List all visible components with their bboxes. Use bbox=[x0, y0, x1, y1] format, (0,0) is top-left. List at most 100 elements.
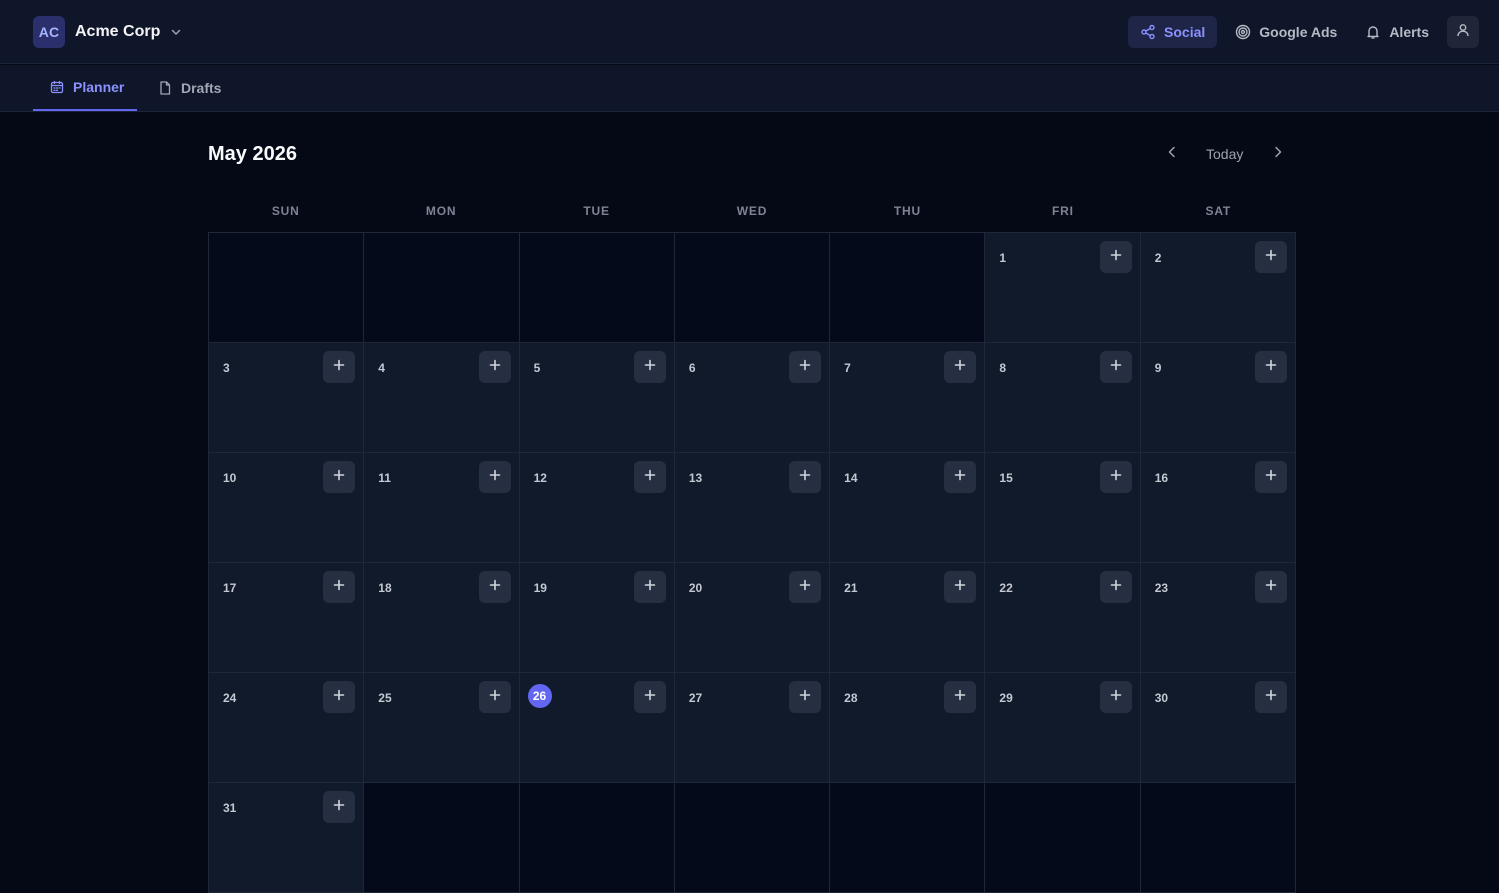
day-cell[interactable]: 12 bbox=[519, 453, 675, 563]
day-number: 29 bbox=[999, 691, 1013, 705]
tab-bar: Planner Drafts bbox=[0, 65, 1499, 112]
day-number: 18 bbox=[378, 581, 392, 595]
social-button[interactable]: Social bbox=[1128, 16, 1218, 48]
add-post-button[interactable] bbox=[1099, 571, 1132, 603]
day-cell[interactable]: 19 bbox=[519, 563, 675, 673]
day-number: 9 bbox=[1154, 361, 1162, 375]
day-cell[interactable]: 15 bbox=[985, 453, 1141, 563]
add-post-button[interactable] bbox=[633, 571, 666, 603]
day-cell[interactable]: 9 bbox=[1140, 343, 1296, 453]
day-cell[interactable]: 31 bbox=[209, 783, 365, 893]
day-cell[interactable]: 1 bbox=[985, 233, 1141, 343]
add-post-button[interactable] bbox=[1255, 571, 1287, 603]
add-post-button[interactable] bbox=[1255, 461, 1287, 493]
add-post-button[interactable] bbox=[633, 461, 666, 493]
plus-icon bbox=[954, 688, 966, 706]
add-post-button[interactable] bbox=[789, 681, 822, 713]
plus-icon bbox=[489, 578, 501, 596]
add-post-button[interactable] bbox=[1099, 351, 1132, 383]
org-switcher[interactable]: AC Acme Corp bbox=[33, 16, 182, 48]
day-cell[interactable]: 16 bbox=[1140, 453, 1296, 563]
tab-drafts[interactable]: Drafts bbox=[157, 65, 221, 111]
day-number: 30 bbox=[1154, 691, 1169, 705]
day-number: 21 bbox=[844, 581, 858, 595]
add-post-button[interactable] bbox=[789, 351, 822, 383]
add-post-button[interactable] bbox=[944, 571, 977, 603]
day-cell[interactable]: 3 bbox=[209, 343, 365, 453]
day-cell[interactable]: 2 bbox=[1140, 233, 1296, 343]
user-menu-button[interactable] bbox=[1447, 16, 1479, 48]
today-button[interactable]: Today bbox=[1200, 142, 1249, 166]
empty-day-cell bbox=[364, 783, 520, 893]
add-post-button[interactable] bbox=[478, 351, 511, 383]
alerts-button[interactable]: Alerts bbox=[1353, 16, 1441, 48]
add-post-button[interactable] bbox=[944, 351, 977, 383]
day-cell[interactable]: 6 bbox=[674, 343, 831, 453]
day-cell[interactable]: 30 bbox=[1140, 673, 1296, 783]
day-number: 4 bbox=[378, 361, 385, 375]
add-post-button[interactable] bbox=[789, 571, 822, 603]
add-post-button[interactable] bbox=[633, 681, 666, 713]
day-number: 20 bbox=[688, 581, 703, 595]
tab-planner[interactable]: Planner bbox=[33, 65, 137, 111]
add-post-button[interactable] bbox=[1099, 461, 1132, 493]
day-cell[interactable]: 4 bbox=[364, 343, 520, 453]
add-post-button[interactable] bbox=[1255, 241, 1287, 273]
chevron-right-icon bbox=[1270, 144, 1286, 165]
add-post-button[interactable] bbox=[478, 571, 511, 603]
empty-day-cell bbox=[830, 233, 986, 343]
day-cell[interactable]: 21 bbox=[830, 563, 986, 673]
add-post-button[interactable] bbox=[478, 461, 511, 493]
day-cell[interactable]: 11 bbox=[364, 453, 520, 563]
add-post-button[interactable] bbox=[323, 791, 356, 823]
plus-icon bbox=[1110, 688, 1122, 706]
day-cell[interactable]: 20 bbox=[674, 563, 831, 673]
day-cell[interactable]: 23 bbox=[1140, 563, 1296, 673]
day-cell[interactable]: 27 bbox=[674, 673, 831, 783]
add-post-button[interactable] bbox=[944, 681, 977, 713]
add-post-button[interactable] bbox=[1099, 241, 1132, 273]
day-cell[interactable]: 8 bbox=[985, 343, 1141, 453]
previous-month-button[interactable] bbox=[1162, 142, 1182, 166]
day-cell[interactable]: 7 bbox=[830, 343, 986, 453]
share-icon bbox=[1140, 24, 1156, 40]
day-cell[interactable]: 25 bbox=[364, 673, 520, 783]
add-post-button[interactable] bbox=[323, 681, 356, 713]
plus-icon bbox=[1265, 688, 1277, 706]
day-number: 27 bbox=[688, 691, 703, 705]
day-cell[interactable]: 29 bbox=[985, 673, 1141, 783]
day-number: 19 bbox=[533, 581, 547, 595]
day-cell[interactable]: 10 bbox=[209, 453, 365, 563]
tab-drafts-label: Drafts bbox=[181, 80, 222, 96]
empty-day-cell bbox=[519, 233, 675, 343]
add-post-button[interactable] bbox=[789, 461, 822, 493]
file-icon bbox=[157, 80, 173, 96]
day-cell[interactable]: 17 bbox=[209, 563, 365, 673]
add-post-button[interactable] bbox=[1099, 681, 1132, 713]
day-cell[interactable]: 13 bbox=[674, 453, 831, 563]
day-cell[interactable]: 24 bbox=[209, 673, 365, 783]
add-post-button[interactable] bbox=[323, 461, 356, 493]
day-cell[interactable]: 5 bbox=[519, 343, 675, 453]
day-cell[interactable]: 22 bbox=[985, 563, 1141, 673]
next-month-button[interactable] bbox=[1268, 142, 1288, 166]
day-cell[interactable]: 14 bbox=[830, 453, 986, 563]
add-post-button[interactable] bbox=[1255, 681, 1287, 713]
empty-day-cell bbox=[985, 783, 1141, 893]
plus-icon bbox=[1110, 578, 1122, 596]
day-cell[interactable]: 18 bbox=[364, 563, 520, 673]
add-post-button[interactable] bbox=[323, 571, 356, 603]
day-number: 25 bbox=[378, 691, 392, 705]
day-number: 3 bbox=[223, 361, 230, 375]
google-ads-button[interactable]: Google Ads bbox=[1223, 16, 1349, 48]
day-cell[interactable]: 26 bbox=[519, 673, 675, 783]
add-post-button[interactable] bbox=[478, 681, 511, 713]
add-post-button[interactable] bbox=[1255, 351, 1287, 383]
add-post-button[interactable] bbox=[633, 351, 666, 383]
plus-icon bbox=[644, 578, 656, 596]
add-post-button[interactable] bbox=[944, 461, 977, 493]
day-cell[interactable]: 28 bbox=[830, 673, 986, 783]
chevron-left-icon bbox=[1164, 144, 1180, 165]
add-post-button[interactable] bbox=[323, 351, 356, 383]
calendar-icon bbox=[49, 79, 65, 95]
